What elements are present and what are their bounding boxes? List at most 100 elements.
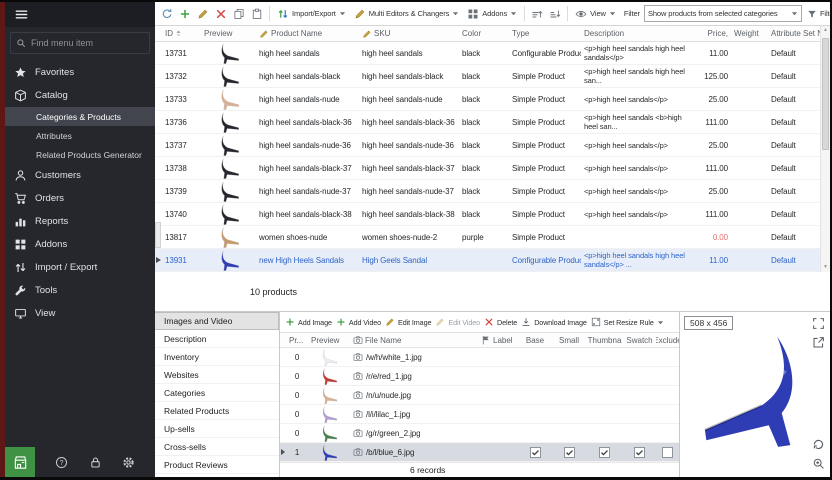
lock-button[interactable] (89, 456, 102, 469)
sidebar-item-tools[interactable]: Tools (5, 279, 155, 302)
product-row-13739[interactable]: 13739high heel sandals-nude-37high heel … (155, 180, 830, 203)
sidebar-item-import-export[interactable]: Import / Export (5, 256, 155, 279)
product-row-13931[interactable]: 13931new High Heels SandalsHigh Geels Sa… (155, 249, 830, 272)
view-menu[interactable]: View (572, 5, 619, 23)
help-button[interactable]: ? (55, 456, 68, 469)
paste-button[interactable] (249, 5, 265, 23)
tab-related-products[interactable]: Related Products (155, 402, 279, 420)
sidebar-item-categories-products[interactable]: Categories & Products (5, 107, 155, 126)
sort-descending-button[interactable] (547, 5, 563, 23)
image-row-n-u-nude-jpg[interactable]: 0/n/u/nude.jpg (280, 386, 679, 405)
edit-product-button[interactable] (195, 5, 211, 23)
column-header-pr[interactable]: Pr... (286, 333, 308, 347)
product-row-13733[interactable]: 13733high heel sandals-nudehigh heel san… (155, 88, 830, 111)
import-export-menu[interactable]: Import/Export (274, 5, 349, 23)
column-header-attribute-set-name[interactable]: Attribute Set Name (768, 26, 820, 41)
product-row-13732[interactable]: 13732high heel sandals-blackhigh heel sa… (155, 65, 830, 88)
filters-menu[interactable]: Filters (804, 5, 830, 23)
product-row-13740[interactable]: 13740high heel sandals-black-38high heel… (155, 203, 830, 226)
sidebar-item-orders[interactable]: Orders (5, 187, 155, 210)
resize-icon (591, 317, 601, 327)
column-header-file-name[interactable]: File Name (350, 333, 478, 347)
sidebar-item-related-products-generator[interactable]: Related Products Generator (5, 145, 155, 164)
image-row-w-h-white-1-jpg[interactable]: 0/w/h/white_1.jpg (280, 348, 679, 367)
sidebar-item-view[interactable]: View (5, 302, 155, 325)
product-row-13736[interactable]: 13736high heel sandals-black-36high heel… (155, 111, 830, 134)
product-row-13737[interactable]: 13737high heel sandals-nude-36high heel … (155, 134, 830, 157)
delete-image-button[interactable]: Delete (484, 317, 517, 327)
column-header-id[interactable]: ID (162, 26, 201, 41)
delete-product-button[interactable] (213, 5, 229, 23)
edit-video-button[interactable]: Edit Video (435, 317, 480, 327)
add-product-button[interactable] (177, 5, 193, 23)
column-header-type[interactable]: Type (509, 26, 581, 41)
copy-icon (233, 8, 245, 20)
set-resize-rule-button[interactable]: Set Resize Rule (591, 317, 664, 327)
zoom-button[interactable] (812, 457, 825, 470)
add-image-button[interactable]: Add Image (285, 317, 332, 327)
category-filter-select[interactable]: Show products from selected categories (644, 5, 802, 22)
tab-inventory[interactable]: Inventory (155, 348, 279, 366)
column-header-label[interactable]: Label (478, 333, 518, 347)
settings-button[interactable] (122, 456, 135, 469)
column-header-sku[interactable]: SKU (359, 26, 459, 41)
product-row-13817[interactable]: 13817women shoes-nudewomen shoes-nude-2p… (155, 226, 830, 249)
product-sku: high heel sandals-black-38 (359, 210, 459, 219)
small-checkbox[interactable] (564, 447, 575, 458)
sidebar-item-favorites[interactable]: Favorites (5, 61, 155, 84)
column-header-price[interactable]: Price, (688, 26, 731, 41)
tab-images-and-video[interactable]: Images and Video (155, 312, 279, 330)
copy-button[interactable] (231, 5, 247, 23)
column-header-small[interactable]: Small (552, 333, 586, 347)
scrollbar-thumb[interactable] (822, 38, 829, 150)
open-in-window-button[interactable] (812, 336, 825, 349)
column-header-exclude[interactable]: Exclude (656, 333, 679, 347)
menu-search-input[interactable]: Find menu item (10, 32, 150, 54)
multi-editors-menu[interactable]: Multi Editors & Changers (351, 5, 463, 23)
tab-websites[interactable]: Websites (155, 366, 279, 384)
column-header-description[interactable]: Description (581, 26, 688, 41)
column-header-thumbna[interactable]: Thumbna (586, 333, 623, 347)
product-row-13738[interactable]: 13738high heel sandals-black-37high heel… (155, 157, 830, 180)
tab-categories[interactable]: Categories (155, 384, 279, 402)
fullscreen-button[interactable] (812, 317, 825, 330)
exclude-checkbox[interactable] (662, 447, 673, 458)
image-row-b-l-blue-6-jpg[interactable]: 1/b/l/blue_6.jpg (280, 443, 679, 462)
sidebar-item-addons[interactable]: Addons (5, 233, 155, 256)
store-button[interactable] (5, 447, 35, 477)
sort-ascending-button[interactable] (529, 5, 545, 23)
refresh-button[interactable] (159, 5, 175, 23)
add-video-button[interactable]: Add Video (336, 317, 381, 327)
image-row-r-e-red-1-jpg[interactable]: 0/r/e/red_1.jpg (280, 367, 679, 386)
sidebar-item-customers[interactable]: Customers (5, 164, 155, 187)
column-header-preview[interactable]: Preview (308, 333, 350, 347)
image-row-g-r-green-2-jpg[interactable]: 0/g/r/green_2.jpg (280, 424, 679, 443)
tab-up-sells[interactable]: Up-sells (155, 420, 279, 438)
scroll-up-arrow[interactable]: ▲ (821, 26, 830, 35)
menu-icon[interactable] (14, 7, 29, 22)
column-header-base[interactable]: Base (518, 333, 552, 347)
scroll-down-arrow[interactable]: ▼ (821, 263, 830, 272)
thumbnail-checkbox[interactable] (599, 447, 610, 458)
column-header-weight[interactable]: Weight (731, 26, 768, 41)
column-header-preview[interactable]: Preview (201, 26, 256, 41)
rotate-button[interactable] (812, 438, 825, 451)
sidebar-item-reports[interactable]: Reports (5, 210, 155, 233)
products-scrollbar[interactable]: ▲ ▼ (820, 26, 830, 272)
sidebar-item-attributes[interactable]: Attributes (5, 126, 155, 145)
image-row-l-i-lilac-1-jpg[interactable]: 0/l/i/lilac_1.jpg (280, 405, 679, 424)
swatch-checkbox[interactable] (634, 447, 645, 458)
product-row-13731[interactable]: 13731high heel sandalshigh heel sandalsb… (155, 42, 830, 65)
edit-image-button[interactable]: Edit Image (385, 317, 431, 327)
download-image-button[interactable]: Download Image (521, 317, 587, 327)
tab-product-reviews[interactable]: Product Reviews (155, 456, 279, 474)
base-checkbox[interactable] (530, 447, 541, 458)
tab-description[interactable]: Description (155, 330, 279, 348)
column-header-color[interactable]: Color (459, 26, 509, 41)
splitter-grip[interactable] (155, 222, 161, 248)
tab-cross-sells[interactable]: Cross-sells (155, 438, 279, 456)
column-header-swatch[interactable]: Swatch (623, 333, 656, 347)
column-header-product-name[interactable]: Product Name (256, 26, 359, 41)
addons-menu[interactable]: Addons (464, 5, 520, 23)
sidebar-item-catalog[interactable]: Catalog (5, 84, 155, 107)
